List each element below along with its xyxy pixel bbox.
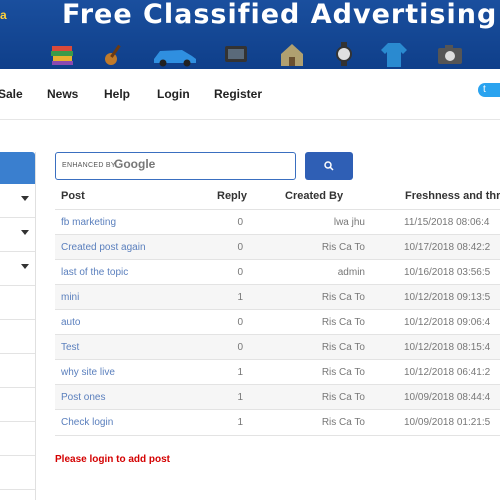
post-link[interactable]: Post ones bbox=[61, 385, 105, 410]
search-input[interactable]: ENHANCED BY Google bbox=[55, 152, 296, 180]
caret-down-icon bbox=[21, 264, 29, 269]
post-link[interactable]: Created post again bbox=[61, 235, 146, 260]
post-link[interactable]: last of the topic bbox=[61, 260, 128, 285]
camera-icon bbox=[438, 45, 462, 64]
reply-count: 1 bbox=[237, 367, 243, 378]
table-row: why site live 1 Ris Ca To 10/12/2018 06:… bbox=[55, 359, 500, 385]
author: Ris Ca To bbox=[321, 392, 365, 403]
author: Ris Ca To bbox=[321, 417, 365, 428]
author: admin bbox=[337, 267, 365, 278]
sidebar-item[interactable] bbox=[0, 354, 35, 388]
sidebar-item[interactable] bbox=[0, 388, 35, 422]
reply-count: 1 bbox=[237, 292, 243, 303]
books-icon bbox=[51, 46, 73, 65]
post-link[interactable]: auto bbox=[61, 310, 80, 335]
table-row: Test 0 Ris Ca To 10/12/2018 08:15:4 bbox=[55, 334, 500, 360]
freshness: 10/16/2018 03:56:5 bbox=[404, 267, 491, 278]
house-icon bbox=[281, 44, 303, 66]
google-logo: Google bbox=[114, 157, 156, 171]
search-button[interactable] bbox=[305, 152, 353, 180]
sidebar-item[interactable] bbox=[0, 422, 35, 456]
login-required-message: Please login to add post bbox=[55, 454, 171, 465]
nav-sale[interactable]: Sale bbox=[0, 87, 23, 101]
post-link[interactable]: Test bbox=[61, 335, 79, 360]
table-row: last of the topic 0 admin 10/16/2018 03:… bbox=[55, 259, 500, 285]
table-row: Post ones 1 Ris Ca To 10/09/2018 08:44:4 bbox=[55, 384, 500, 410]
nav-help[interactable]: Help bbox=[104, 87, 130, 101]
nav-register[interactable]: Register bbox=[214, 87, 262, 101]
caret-down-icon bbox=[21, 230, 29, 235]
author: Ris Ca To bbox=[321, 317, 365, 328]
main-nav: Sale News Help Login Register bbox=[0, 69, 500, 120]
sidebar-header[interactable] bbox=[0, 152, 35, 184]
sidebar-item[interactable] bbox=[0, 252, 35, 286]
table-row: Created post again 0 Ris Ca To 10/17/201… bbox=[55, 234, 500, 260]
freshness: 10/12/2018 09:06:4 bbox=[404, 317, 491, 328]
enhanced-by-label: ENHANCED BY bbox=[62, 162, 116, 169]
table-row: auto 0 Ris Ca To 10/12/2018 09:06:4 bbox=[55, 309, 500, 335]
tv-icon bbox=[225, 46, 247, 62]
table-row: fb marketing 0 lwa jhu 11/15/2018 08:06:… bbox=[55, 209, 500, 235]
sidebar-item[interactable] bbox=[0, 456, 35, 490]
table-row: mini 1 Ris Ca To 10/12/2018 09:13:5 bbox=[55, 284, 500, 310]
sidebar-item[interactable] bbox=[0, 286, 35, 320]
column-header-post: Post bbox=[61, 190, 85, 202]
reply-count: 0 bbox=[237, 342, 243, 353]
author: Ris Ca To bbox=[321, 367, 365, 378]
logo-fragment: a bbox=[0, 8, 7, 22]
watch-icon bbox=[336, 42, 352, 66]
search-icon bbox=[324, 161, 334, 171]
freshness: 10/12/2018 06:41:2 bbox=[404, 367, 491, 378]
caret-down-icon bbox=[21, 196, 29, 201]
author: lwa jhu bbox=[333, 217, 365, 228]
freshness: 11/15/2018 08:06:4 bbox=[404, 217, 490, 228]
reply-count: 1 bbox=[237, 392, 243, 403]
reply-count: 0 bbox=[237, 267, 243, 278]
post-link[interactable]: fb marketing bbox=[61, 210, 116, 235]
site-banner[interactable]: a Free Classified Advertising bbox=[0, 0, 500, 69]
author: Ris Ca To bbox=[321, 292, 365, 303]
sidebar-item[interactable] bbox=[0, 184, 35, 218]
reply-count: 0 bbox=[237, 242, 243, 253]
banner-icon-strip bbox=[0, 40, 500, 68]
reply-count: 0 bbox=[237, 217, 243, 228]
sidebar-item[interactable] bbox=[0, 320, 35, 354]
column-header-freshness: Freshness and threa bbox=[405, 190, 500, 202]
nav-login[interactable]: Login bbox=[157, 87, 190, 101]
nav-news[interactable]: News bbox=[47, 87, 78, 101]
twitter-button[interactable]: t bbox=[478, 83, 500, 97]
author: Ris Ca To bbox=[321, 342, 365, 353]
column-header-reply: Reply bbox=[217, 190, 247, 202]
car-icon bbox=[154, 50, 196, 67]
freshness: 10/09/2018 08:44:4 bbox=[404, 392, 491, 403]
table-row: Check login 1 Ris Ca To 10/09/2018 01:21… bbox=[55, 409, 500, 436]
banner-title: Free Classified Advertising bbox=[62, 0, 498, 30]
post-link[interactable]: Check login bbox=[61, 410, 113, 435]
sidebar bbox=[0, 152, 36, 500]
post-link[interactable]: why site live bbox=[61, 360, 115, 385]
reply-count: 0 bbox=[237, 317, 243, 328]
freshness: 10/17/2018 08:42:2 bbox=[404, 242, 491, 253]
author: Ris Ca To bbox=[321, 242, 365, 253]
sweater-icon bbox=[381, 43, 407, 67]
guitar-icon bbox=[105, 44, 121, 65]
freshness: 10/09/2018 01:21:5 bbox=[404, 417, 491, 428]
column-header-created-by: Created By bbox=[285, 190, 344, 202]
post-link[interactable]: mini bbox=[61, 285, 79, 310]
reply-count: 1 bbox=[237, 417, 243, 428]
freshness: 10/12/2018 09:13:5 bbox=[404, 292, 491, 303]
sidebar-item[interactable] bbox=[0, 218, 35, 252]
freshness: 10/12/2018 08:15:4 bbox=[404, 342, 491, 353]
